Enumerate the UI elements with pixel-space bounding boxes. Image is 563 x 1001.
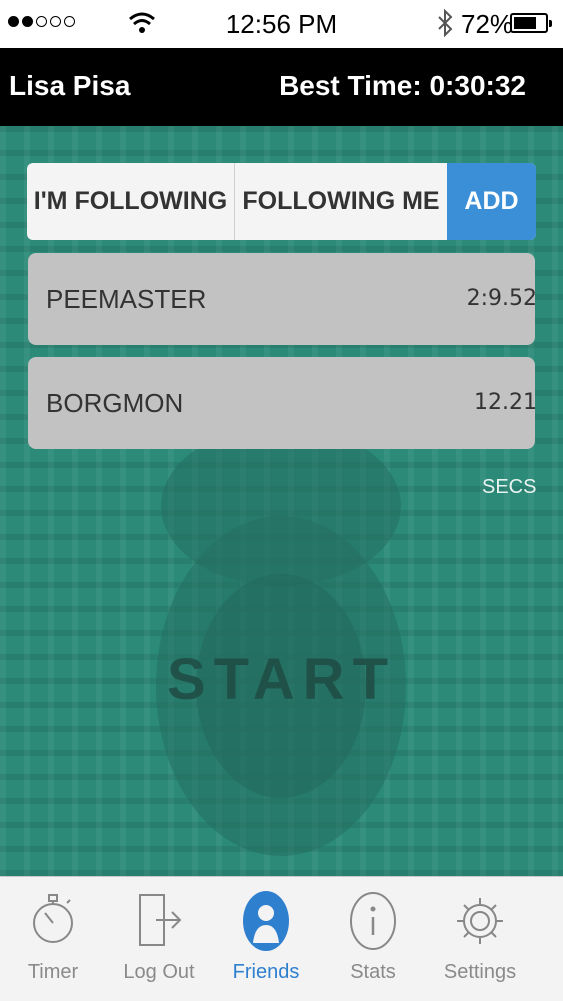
tab-label: Stats (350, 961, 396, 983)
tab-bar: Timer Log Out Friends Stats Settings (0, 876, 563, 1001)
friend-row[interactable]: PEEMASTER 2:9.52 (28, 253, 537, 345)
tab-settings[interactable]: Settings (427, 877, 533, 1001)
tab-friends[interactable]: Friends (213, 877, 319, 1001)
best-time: Best Time: 0:30:32 (279, 70, 526, 101)
app-header: Lisa Pisa Best Time: 0:30:32 (0, 48, 563, 126)
bluetooth-icon (438, 9, 453, 37)
tab-stats[interactable]: Stats (320, 877, 426, 1001)
stopwatch-icon (33, 894, 73, 943)
person-icon (243, 891, 289, 951)
tab-timer[interactable]: Timer (0, 877, 106, 1001)
friends-segmented-control: I'M FOLLOWING FOLLOWING ME ADD (27, 163, 536, 240)
tab-label: Friends (232, 961, 300, 983)
user-name: Lisa Pisa (9, 70, 131, 101)
friend-time: 2:9.52 (466, 286, 537, 311)
gear-icon (457, 898, 503, 944)
battery-percent: 72% (461, 9, 514, 39)
start-button[interactable]: START (0, 646, 563, 713)
friend-name: BORGMON (46, 388, 184, 418)
tab-label: Settings (443, 961, 517, 983)
friend-name: PEEMASTER (46, 284, 207, 314)
friend-row[interactable]: BORGMON 12.21 (28, 357, 537, 449)
tab-im-following[interactable]: I'M FOLLOWING (27, 163, 235, 240)
logout-icon (139, 894, 182, 946)
time-unit-label: SECS (482, 476, 537, 498)
status-bar: 12:56 PM 72% (0, 0, 563, 48)
friends-screen: START I'M FOLLOWING FOLLOWING ME ADD PEE… (0, 126, 563, 876)
add-friend-button[interactable]: ADD (447, 163, 536, 240)
tab-label: Timer (27, 961, 79, 983)
friend-time: 12.21 (474, 390, 537, 415)
tab-label: Log Out (123, 961, 195, 983)
tab-log-out[interactable]: Log Out (106, 877, 212, 1001)
tab-following-me[interactable]: FOLLOWING ME (235, 163, 447, 240)
battery-icon (510, 13, 552, 33)
info-icon (350, 892, 396, 950)
